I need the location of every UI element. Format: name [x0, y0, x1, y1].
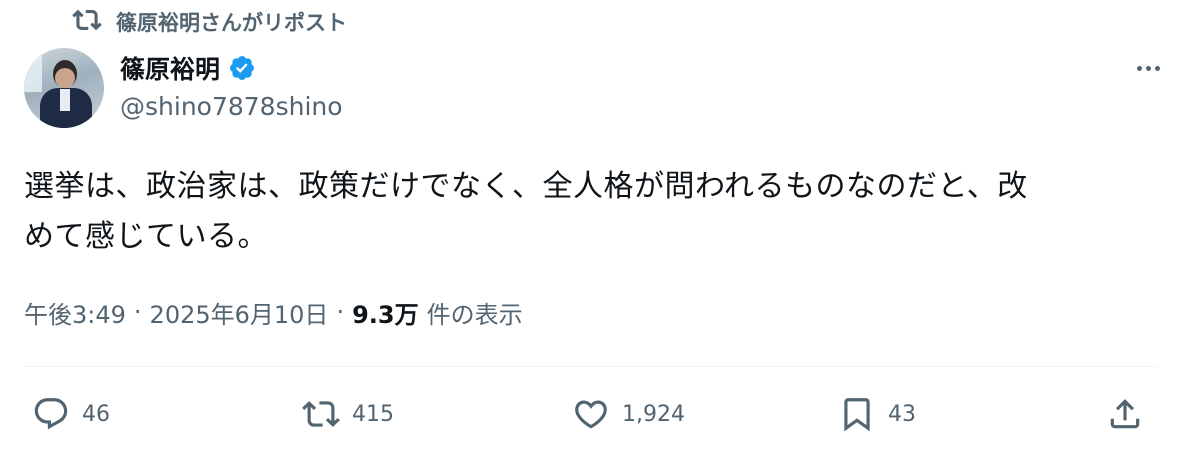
- tweet-date[interactable]: 2025年6月10日: [150, 295, 329, 330]
- meta-separator: ·: [336, 298, 345, 326]
- like-count: 1,924: [622, 401, 685, 427]
- views-count[interactable]: 9.3万: [352, 295, 419, 330]
- more-dot-icon: [1145, 65, 1151, 71]
- repost-button[interactable]: 415: [302, 390, 394, 438]
- reply-button[interactable]: 46: [32, 390, 110, 438]
- divider: [24, 366, 1158, 367]
- action-bar: 46 415 1,924 43: [0, 390, 1202, 438]
- author-handle[interactable]: @shino7878shino: [120, 92, 343, 121]
- more-options-button[interactable]: [1128, 56, 1168, 80]
- like-button[interactable]: 1,924: [572, 390, 685, 438]
- tweet-text: 選挙は、政治家は、政策だけでなく、全人格が問われるものなのだと、改 めて感じてい…: [24, 162, 1174, 262]
- tweet-time[interactable]: 午後3:49: [24, 295, 126, 330]
- avatar[interactable]: [24, 48, 104, 128]
- reply-icon: [32, 395, 70, 433]
- author-name-row[interactable]: 篠原裕明: [120, 50, 256, 86]
- repost-header[interactable]: 篠原裕明さんがリポスト: [72, 6, 347, 38]
- heart-icon: [572, 395, 610, 433]
- bookmark-icon: [838, 395, 876, 433]
- repost-icon: [302, 395, 340, 433]
- verified-badge-icon[interactable]: [228, 54, 256, 82]
- bookmark-count: 43: [888, 401, 916, 427]
- bookmark-button[interactable]: 43: [838, 390, 916, 438]
- share-button[interactable]: [1106, 390, 1144, 438]
- more-dot-icon: [1136, 65, 1142, 71]
- share-icon: [1106, 395, 1144, 433]
- reply-count: 46: [82, 401, 110, 427]
- views-label[interactable]: 件の表示: [427, 295, 523, 330]
- repost-icon: [72, 5, 102, 40]
- tweet-text-line: 選挙は、政治家は、政策だけでなく、全人格が問われるものなのだと、改: [24, 169, 1028, 204]
- meta-separator: ·: [133, 298, 142, 326]
- author-display-name[interactable]: 篠原裕明: [120, 50, 220, 86]
- tweet-text-line: めて感じている。: [24, 219, 268, 254]
- repost-label: 篠原裕明さんがリポスト: [116, 11, 347, 35]
- tweet-meta: 午後3:49 · 2025年6月10日 · 9.3万 件の表示: [24, 294, 523, 330]
- more-dot-icon: [1154, 65, 1160, 71]
- repost-count: 415: [352, 401, 394, 427]
